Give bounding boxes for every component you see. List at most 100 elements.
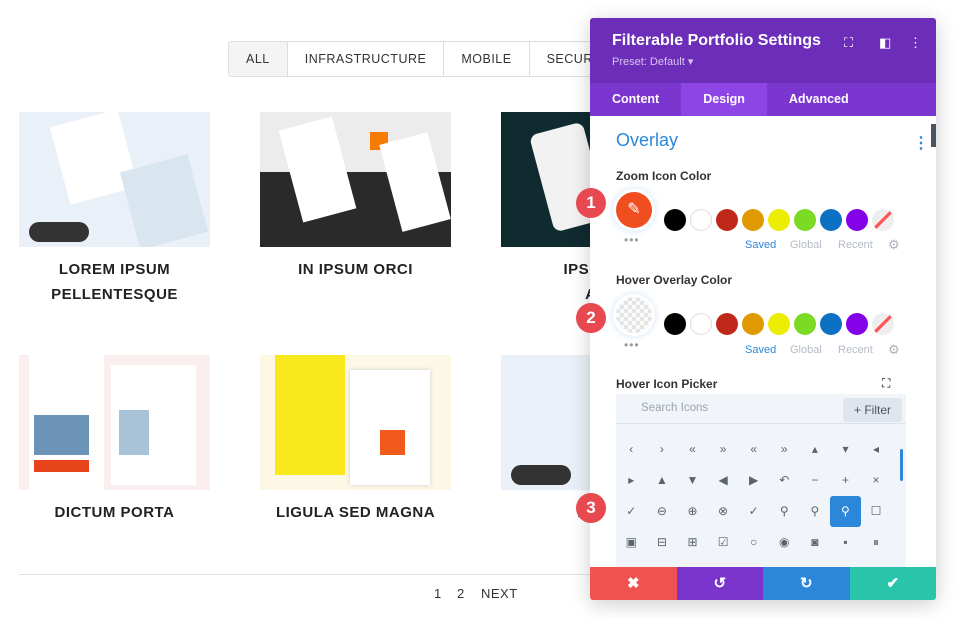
icon-option[interactable]: ◀ xyxy=(708,465,739,496)
filter-button[interactable]: + Filter xyxy=(843,398,902,422)
undo-button[interactable]: ↺ xyxy=(676,567,763,600)
portfolio-title[interactable]: LOREM IPSUM PELLENTESQUE xyxy=(19,257,210,307)
expand-icon[interactable]: ⛶ xyxy=(882,376,890,391)
color-swatch[interactable] xyxy=(716,209,738,231)
icon-option[interactable]: ⊗ xyxy=(708,496,739,527)
portfolio-title[interactable]: IN IPSUM ORCI xyxy=(260,257,451,282)
icon-option[interactable]: ▸ xyxy=(616,465,647,496)
icon-option[interactable]: ‹ xyxy=(616,434,647,465)
no-color-swatch[interactable] xyxy=(872,209,894,231)
color-swatch[interactable] xyxy=(846,313,868,335)
color-swatch[interactable] xyxy=(794,209,816,231)
section-menu-icon[interactable]: ⋮ xyxy=(913,133,929,153)
icon-option[interactable]: « xyxy=(677,434,708,465)
icon-option[interactable]: ⊕ xyxy=(677,496,708,527)
settings-gear-icon[interactable]: ⚙ xyxy=(888,342,900,358)
color-swatch[interactable] xyxy=(846,209,868,231)
icon-scrollbar[interactable] xyxy=(900,449,903,481)
filter-all[interactable]: ALL xyxy=(229,42,288,76)
icon-option[interactable]: ▶ xyxy=(738,465,769,496)
preset-dropdown[interactable]: Preset: Default ▾ xyxy=(612,55,914,68)
global-tab[interactable]: Global xyxy=(790,344,822,356)
page-2-link[interactable]: 2 xyxy=(457,586,465,601)
icon-option[interactable]: ▴ xyxy=(800,434,831,465)
icon-option[interactable]: ⚲ xyxy=(830,496,861,527)
icon-option[interactable]: ▲ xyxy=(647,465,678,496)
portfolio-item[interactable]: IN IPSUM ORCI xyxy=(260,112,451,282)
icon-option[interactable]: ◉ xyxy=(769,527,800,558)
icon-option[interactable]: ▼ xyxy=(677,465,708,496)
more-colors-icon[interactable]: ••• xyxy=(624,233,640,247)
portfolio-image[interactable] xyxy=(19,355,210,490)
icon-option[interactable]: ◙ xyxy=(800,527,831,558)
no-color-swatch[interactable] xyxy=(872,313,894,335)
portfolio-item[interactable]: LOREM IPSUM PELLENTESQUE xyxy=(19,112,210,307)
icon-option[interactable]: ⚲ xyxy=(769,496,800,527)
saved-tab[interactable]: Saved xyxy=(745,239,776,251)
global-tab[interactable]: Global xyxy=(790,239,822,251)
tab-content[interactable]: Content xyxy=(590,83,681,116)
page-1-link[interactable]: 1 xyxy=(434,586,442,601)
color-swatch[interactable] xyxy=(690,209,712,231)
filter-infrastructure[interactable]: INFRASTRUCTURE xyxy=(288,42,445,76)
icon-option[interactable]: » xyxy=(769,434,800,465)
tab-design[interactable]: Design xyxy=(681,83,767,116)
save-button[interactable]: ✔ xyxy=(849,567,936,600)
portfolio-item[interactable]: LIGULA SED MAGNA xyxy=(260,355,451,525)
color-swatch[interactable] xyxy=(794,313,816,335)
portfolio-item[interactable]: DICTUM PORTA xyxy=(19,355,210,525)
icon-option[interactable]: ⏸ xyxy=(861,527,892,558)
color-swatch[interactable] xyxy=(768,209,790,231)
icon-option[interactable]: ▪ xyxy=(830,527,861,558)
icon-option[interactable]: « xyxy=(738,434,769,465)
icon-option[interactable]: ⊖ xyxy=(647,496,678,527)
hover-color-picker[interactable] xyxy=(616,297,652,333)
recent-tab[interactable]: Recent xyxy=(838,344,873,356)
icon-option[interactable]: » xyxy=(708,434,739,465)
icon-option[interactable]: − xyxy=(800,465,831,496)
icon-option[interactable]: ⚲ xyxy=(800,496,831,527)
color-swatch[interactable] xyxy=(742,313,764,335)
icon-option[interactable]: ☑ xyxy=(708,527,739,558)
portfolio-title[interactable]: LIGULA SED MAGNA xyxy=(260,500,451,525)
icon-option[interactable]: › xyxy=(647,434,678,465)
portfolio-image[interactable] xyxy=(19,112,210,247)
portfolio-image[interactable] xyxy=(260,112,451,247)
icon-option[interactable]: ✓ xyxy=(738,496,769,527)
portfolio-title[interactable]: DICTUM PORTA xyxy=(19,500,210,525)
icon-option[interactable]: ☐ xyxy=(861,496,892,527)
next-page-link[interactable]: NEXT xyxy=(481,586,518,601)
icon-option[interactable]: ↶ xyxy=(769,465,800,496)
color-swatch[interactable] xyxy=(820,313,842,335)
icon-option[interactable]: ✓ xyxy=(616,496,647,527)
color-swatch[interactable] xyxy=(820,209,842,231)
color-swatch[interactable] xyxy=(716,313,738,335)
more-colors-icon[interactable]: ••• xyxy=(624,338,640,352)
color-swatch[interactable] xyxy=(690,313,712,335)
color-swatch[interactable] xyxy=(742,209,764,231)
more-options-icon[interactable]: ⋮ xyxy=(909,35,922,51)
saved-tab[interactable]: Saved xyxy=(745,344,776,356)
settings-gear-icon[interactable]: ⚙ xyxy=(888,237,900,253)
tab-advanced[interactable]: Advanced xyxy=(767,83,871,116)
color-swatch[interactable] xyxy=(664,313,686,335)
icon-option[interactable]: ◂ xyxy=(861,434,892,465)
discard-button[interactable]: ✖ xyxy=(590,567,677,600)
icon-option[interactable]: × xyxy=(861,465,892,496)
icon-option[interactable]: ○ xyxy=(738,527,769,558)
sidebar-layout-icon[interactable]: ◧ xyxy=(879,35,891,51)
zoom-color-picker[interactable]: ✎ xyxy=(616,192,652,228)
color-swatch[interactable] xyxy=(664,209,686,231)
section-title[interactable]: Overlay xyxy=(616,130,678,151)
icon-search-input[interactable]: Search Icons + Filter xyxy=(616,394,906,424)
portfolio-image[interactable] xyxy=(260,355,451,490)
filter-mobile[interactable]: MOBILE xyxy=(444,42,530,76)
icon-option[interactable]: ⊟ xyxy=(647,527,678,558)
redo-button[interactable]: ↻ xyxy=(763,567,850,600)
recent-tab[interactable]: Recent xyxy=(838,239,873,251)
icon-option[interactable]: ▣ xyxy=(616,527,647,558)
icon-option[interactable]: ▾ xyxy=(830,434,861,465)
panel-scrollbar[interactable] xyxy=(931,124,936,147)
fullscreen-icon[interactable]: ⛶ xyxy=(844,35,853,51)
icon-option[interactable]: + xyxy=(830,465,861,496)
